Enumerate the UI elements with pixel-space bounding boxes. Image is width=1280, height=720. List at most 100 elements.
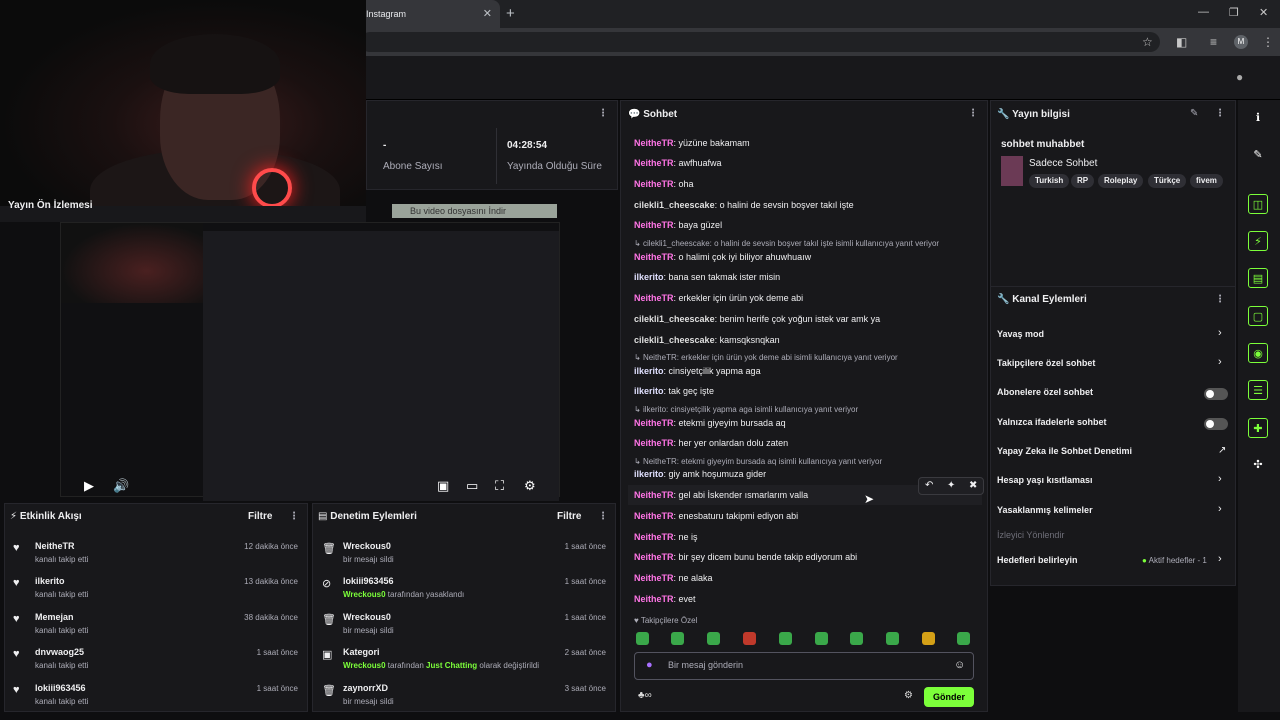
url-field[interactable] <box>360 32 1160 52</box>
emote-icon[interactable] <box>743 632 756 645</box>
chat-username[interactable]: cilekli1_cheescake <box>634 200 715 210</box>
bookmark-star-icon[interactable]: ☆ <box>1142 35 1153 49</box>
mod-target-name[interactable]: Wreckous0 <box>343 612 391 622</box>
mod-target-name[interactable]: lokiii963456 <box>343 576 394 586</box>
info-icon[interactable]: ℹ <box>1248 108 1268 128</box>
download-video-banner[interactable]: Bu video dosyasını İndir <box>392 204 557 218</box>
clip-icon[interactable]: ◫ <box>1248 194 1268 214</box>
chat-message[interactable]: cilekli1_cheescake: benim herife çok yoğ… <box>634 314 880 324</box>
send-button[interactable]: Gönder <box>924 687 974 707</box>
toggle-switch[interactable] <box>1204 388 1228 400</box>
new-tab-button[interactable]: + <box>506 5 515 22</box>
chat-message[interactable]: ilkerito: tak geç işte <box>634 386 714 396</box>
chat-username[interactable]: cilekli1_cheescake <box>634 314 715 324</box>
browser-menu-icon[interactable]: ⋮ <box>1262 35 1274 49</box>
emoji-icon[interactable]: ☺ <box>954 659 965 671</box>
chat-message[interactable]: ilkerito: giy amk hoşumuza gider <box>634 469 766 479</box>
theater-icon[interactable]: ▭ <box>466 478 478 494</box>
channel-points-icon[interactable]: ♣∞ <box>638 690 652 701</box>
lightning-icon[interactable]: ⚡ <box>1248 231 1268 251</box>
mod-target-name[interactable]: zaynorrXD <box>343 683 388 693</box>
maximize-icon[interactable]: ❐ <box>1229 6 1239 19</box>
mic-icon[interactable]: ● <box>646 659 653 671</box>
chat-input-placeholder[interactable]: Bir mesaj gönderin <box>668 660 743 670</box>
channel-action-label[interactable]: İzleyici Yönlendir <box>997 530 1064 540</box>
chat-username[interactable]: NeitheTR <box>634 418 674 428</box>
chat-username[interactable]: NeitheTR <box>634 490 674 500</box>
extensions-icon[interactable]: ◧ <box>1176 35 1187 49</box>
channel-action-label[interactable]: Yavaş mod <box>997 329 1044 339</box>
emote-icon[interactable] <box>886 632 899 645</box>
chat-message[interactable]: NeitheTR: baya güzel <box>634 220 722 230</box>
mod-actor[interactable]: Wreckous0 <box>343 590 386 599</box>
chat-username[interactable]: NeitheTR <box>634 511 674 521</box>
chat-message[interactable]: NeitheTR: her yer onlardan dolu zaten <box>634 438 788 448</box>
chat-username[interactable]: NeitheTR <box>634 158 674 168</box>
chevron-right-icon[interactable]: › <box>1218 473 1222 485</box>
close-window-icon[interactable]: ✕ <box>1259 6 1268 19</box>
chat-username[interactable]: NeitheTR <box>634 594 674 604</box>
chat-more-icon[interactable]: ⋮ <box>968 108 978 119</box>
stream-tag[interactable]: fivem <box>1190 174 1223 188</box>
chevron-right-icon[interactable]: › <box>1218 553 1222 565</box>
channel-action-label[interactable]: Abonelere özel sohbet <box>997 387 1093 397</box>
chevron-right-icon[interactable]: › <box>1218 356 1222 368</box>
emote-icon[interactable] <box>707 632 720 645</box>
chat-message[interactable]: cilekli1_cheescake: o halini de sevsin b… <box>634 200 854 210</box>
channel-actions-more-icon[interactable]: ⋮ <box>1215 294 1225 305</box>
chat-username[interactable]: NeitheTR <box>634 220 674 230</box>
activity-more-icon[interactable]: ⋮ <box>289 511 299 522</box>
mod-target-name[interactable]: Kategori <box>343 647 380 657</box>
emote-icon[interactable] <box>850 632 863 645</box>
emote-icon[interactable] <box>815 632 828 645</box>
chat-icon[interactable]: ▢ <box>1248 306 1268 326</box>
channel-action-label[interactable]: Yapay Zeka ile Sohbet Denetimi <box>997 446 1132 456</box>
clipboard-icon[interactable]: ▤ <box>1248 268 1268 288</box>
extensions-rail-icon[interactable]: ✣ <box>1248 455 1268 475</box>
emote-icon[interactable] <box>779 632 792 645</box>
layout-icon[interactable]: ☰ <box>1248 380 1268 400</box>
chat-message[interactable]: NeitheTR: gel abi İskender ısmarlarım va… <box>634 490 808 500</box>
chat-message[interactable]: NeitheTR: ne alaka <box>634 573 713 583</box>
mod-category[interactable]: Just Chatting <box>426 661 477 670</box>
fullscreen-icon[interactable]: ⛶ <box>495 478 504 494</box>
browser-profile-avatar[interactable]: M <box>1234 35 1248 49</box>
stream-tag[interactable]: Turkish <box>1029 174 1070 188</box>
stream-tag[interactable]: Türkçe <box>1148 174 1187 188</box>
mod-actor[interactable]: Wreckous0 <box>343 661 386 670</box>
chevron-right-icon[interactable]: › <box>1218 327 1222 339</box>
chat-message[interactable]: NeitheTR: evet <box>634 594 696 604</box>
follower-name[interactable]: ilkerito <box>35 576 65 586</box>
chat-username[interactable]: NeitheTR <box>634 573 674 583</box>
mod-more-icon[interactable]: ⋮ <box>598 511 608 522</box>
chat-message[interactable]: ilkerito: cinsiyetçilik yapma aga <box>634 366 761 376</box>
chat-message[interactable]: ilkerito: bana sen takmak ister misin <box>634 272 780 282</box>
volume-icon[interactable]: 🔊 <box>113 478 129 494</box>
follower-name[interactable]: NeitheTR <box>35 541 75 551</box>
chat-username[interactable]: NeitheTR <box>634 252 674 262</box>
chat-message[interactable]: NeitheTR: yüzüne bakamam <box>634 138 750 148</box>
pencil-icon[interactable]: ✎ <box>1248 145 1268 165</box>
external-link-icon[interactable]: ↗ <box>1218 445 1226 456</box>
channel-action-label[interactable]: Takipçilere özel sohbet <box>997 358 1095 368</box>
pin-icon[interactable]: ✦ <box>947 480 955 491</box>
settings-gear-icon[interactable]: ⚙ <box>524 478 536 494</box>
follower-name[interactable]: lokiii963456 <box>35 683 86 693</box>
stream-tag[interactable]: Roleplay <box>1098 174 1144 188</box>
browser-tab[interactable]: Instagram ✕ <box>356 0 500 28</box>
play-icon[interactable]: ▶ <box>84 478 94 494</box>
chat-message[interactable]: NeitheTR: bir şey dicem bunu bende takip… <box>634 552 857 562</box>
channel-action-label[interactable]: Hesap yaşı kısıtlaması <box>997 475 1093 485</box>
mod-target-name[interactable]: Wreckous0 <box>343 541 391 551</box>
chat-message[interactable]: NeitheTR: enesbaturu takipmi ediyon abi <box>634 511 798 521</box>
chat-username[interactable]: NeitheTR <box>634 293 674 303</box>
broadcast-icon[interactable]: ◉ <box>1248 343 1268 363</box>
edit-icon[interactable]: ✎ <box>1190 108 1198 119</box>
tool-icon[interactable]: ✚ <box>1248 418 1268 438</box>
follower-name[interactable]: Memejan <box>35 612 74 622</box>
user-avatar[interactable]: ● <box>1236 70 1250 86</box>
emote-icon[interactable] <box>922 632 935 645</box>
chat-message[interactable]: NeitheTR: oha <box>634 179 694 189</box>
tab-close-icon[interactable]: ✕ <box>483 0 492 28</box>
mod-filter-button[interactable]: Filtre <box>557 511 581 522</box>
